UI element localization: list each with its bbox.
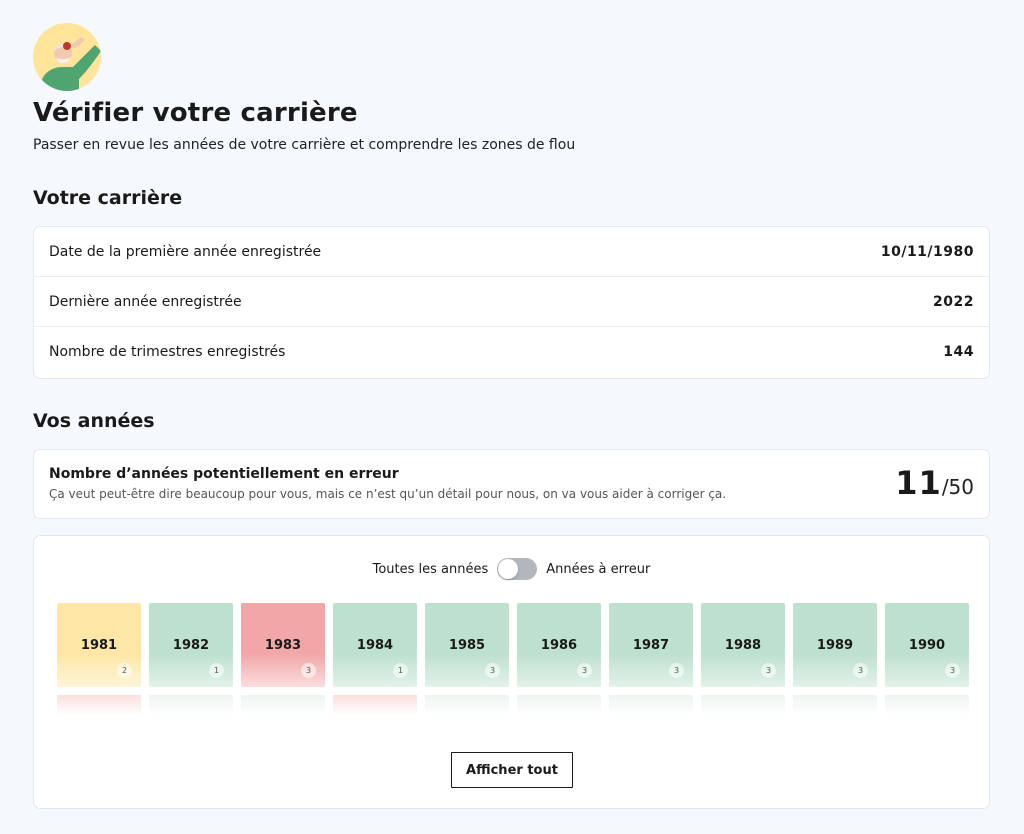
year-tile-label: 1984 xyxy=(356,637,394,653)
years-section-title: Vos années xyxy=(33,410,155,432)
year-filter-toggle-row: Toutes les années Années à erreur xyxy=(34,558,989,580)
faded-tile xyxy=(701,695,785,715)
filter-error-years-label: Années à erreur xyxy=(546,561,651,577)
error-summary-title: Nombre d’années potentiellement en erreu… xyxy=(49,466,399,482)
quarters-count-row: Nombre de trimestres enregistrés 144 xyxy=(34,327,989,377)
page-title: Vérifier votre carrière xyxy=(33,98,358,128)
page-subtitle: Passer en revue les années de votre carr… xyxy=(33,137,576,153)
quarters-badge: 3 xyxy=(853,663,868,678)
year-tile[interactable]: 1990 3 xyxy=(885,603,969,687)
last-year-row: Dernière année enregistrée 2022 xyxy=(34,277,989,327)
year-tile[interactable]: 1989 3 xyxy=(793,603,877,687)
year-tile-label: 1989 xyxy=(816,637,854,653)
year-tile-label: 1985 xyxy=(448,637,486,653)
year-tile-label: 1982 xyxy=(172,637,210,653)
quarters-badge: 3 xyxy=(577,663,592,678)
quarters-badge: 3 xyxy=(761,663,776,678)
year-tile-label: 1986 xyxy=(540,637,578,653)
faded-tile xyxy=(57,695,141,715)
faded-tile xyxy=(333,695,417,715)
quarters-badge: 3 xyxy=(945,663,960,678)
year-tile-label: 1988 xyxy=(724,637,762,653)
last-year-value: 2022 xyxy=(933,293,974,310)
career-info-card: Date de la première année enregistrée 10… xyxy=(33,226,990,379)
quarters-badge: 1 xyxy=(393,663,408,678)
year-tile-label: 1983 xyxy=(264,637,302,653)
error-count-value: 11 xyxy=(895,464,942,502)
faded-tile xyxy=(885,695,969,715)
year-tile-label: 1990 xyxy=(908,637,946,653)
year-tile[interactable]: 1988 3 xyxy=(701,603,785,687)
error-count: 11/50 xyxy=(895,464,974,502)
faded-tile xyxy=(149,695,233,715)
year-tile[interactable]: 1985 3 xyxy=(425,603,509,687)
year-tile-label: 1981 xyxy=(80,637,118,653)
quarters-badge: 2 xyxy=(117,663,132,678)
avatar xyxy=(33,23,101,91)
filter-all-years-label: Toutes les années xyxy=(372,561,489,577)
year-tile[interactable]: 1986 3 xyxy=(517,603,601,687)
quarters-badge: 3 xyxy=(669,663,684,678)
faded-tile xyxy=(793,695,877,715)
error-years-toggle[interactable] xyxy=(497,558,538,580)
faded-tile xyxy=(517,695,601,715)
toggle-knob xyxy=(498,559,519,579)
year-tile[interactable]: 1987 3 xyxy=(609,603,693,687)
show-all-button[interactable]: Afficher tout xyxy=(451,752,573,788)
year-tile-label: 1987 xyxy=(632,637,670,653)
first-year-label: Date de la première année enregistrée xyxy=(49,243,322,260)
years-panel: Toutes les années Années à erreur 1981 2… xyxy=(33,535,990,809)
faded-tile xyxy=(425,695,509,715)
year-tile[interactable]: 1982 1 xyxy=(149,603,233,687)
faded-next-row xyxy=(57,695,969,715)
first-year-row: Date de la première année enregistrée 10… xyxy=(34,227,989,277)
year-tile[interactable]: 1983 3 xyxy=(241,603,325,687)
error-count-total: /50 xyxy=(941,475,974,499)
quarters-badge: 3 xyxy=(485,663,500,678)
year-tile[interactable]: 1981 2 xyxy=(57,603,141,687)
faded-tile xyxy=(241,695,325,715)
first-year-value: 10/11/1980 xyxy=(880,243,974,260)
quarters-badge: 3 xyxy=(301,663,316,678)
error-summary-card: Nombre d’années potentiellement en erreu… xyxy=(33,449,990,519)
person-illustration-icon xyxy=(39,37,101,91)
year-tile[interactable]: 1984 1 xyxy=(333,603,417,687)
quarters-badge: 1 xyxy=(209,663,224,678)
last-year-label: Dernière année enregistrée xyxy=(49,293,242,310)
career-section-title: Votre carrière xyxy=(33,187,183,209)
quarters-count-value: 144 xyxy=(943,344,974,360)
year-tiles-grid: 1981 2 1982 1 1983 3 1984 1 1985 3 1986 … xyxy=(57,603,969,687)
faded-tile xyxy=(609,695,693,715)
quarters-count-label: Nombre de trimestres enregistrés xyxy=(49,344,286,360)
error-summary-description: Ça veut peut-être dire beaucoup pour vou… xyxy=(49,487,727,501)
